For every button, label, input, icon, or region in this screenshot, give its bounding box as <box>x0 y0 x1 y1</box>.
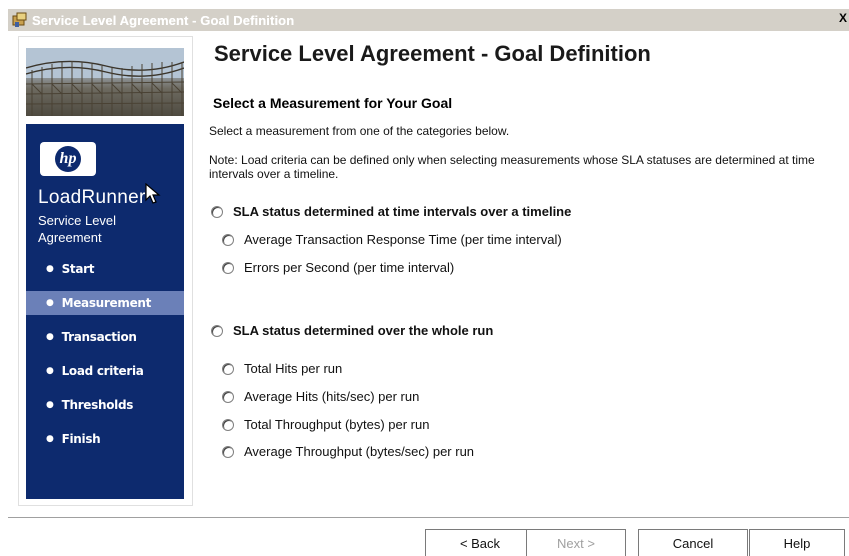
radio-icon[interactable] <box>222 362 234 375</box>
header-image <box>26 48 184 116</box>
radio-label: SLA status determined over the whole run <box>233 323 494 338</box>
radio-label: Total Hits per run <box>244 361 343 376</box>
option-total-hits[interactable]: Total Hits per run <box>222 361 342 376</box>
radio-label: Errors per Second (per time interval) <box>244 260 455 275</box>
wizard-steps: ● Start ● Measurement ● Transaction ● Lo… <box>26 257 184 461</box>
help-button[interactable]: Help <box>749 529 845 556</box>
note-text: Note: Load criteria can be defined only … <box>209 153 815 181</box>
option-total-throughput[interactable]: Total Throughput (bytes) per run <box>222 417 429 432</box>
group-whole-run-radio[interactable]: SLA status determined over the whole run <box>211 323 493 338</box>
wizard-window: hp LoadRunner Service Level Agreement ● … <box>8 31 849 556</box>
bullet-icon: ● <box>46 434 54 444</box>
app-icon <box>12 12 28 28</box>
step-label: Thresholds <box>61 398 134 412</box>
bullet-icon: ● <box>46 298 54 308</box>
bullet-icon: ● <box>46 366 54 376</box>
radio-icon[interactable] <box>222 418 234 431</box>
radio-icon[interactable] <box>222 445 234 458</box>
sidebar: hp LoadRunner Service Level Agreement ● … <box>18 36 193 506</box>
content-area: Service Level Agreement - Goal Definitio… <box>208 31 849 511</box>
back-button[interactable]: < Back <box>425 529 535 556</box>
radio-icon[interactable] <box>211 205 223 218</box>
radio-icon[interactable] <box>222 390 234 403</box>
step-transaction[interactable]: ● Transaction <box>26 325 184 349</box>
page-title: Service Level Agreement - Goal Definitio… <box>214 41 651 66</box>
option-average-hits[interactable]: Average Hits (hits/sec) per run <box>222 389 419 404</box>
step-label: Load criteria <box>61 364 144 378</box>
hp-logo: hp <box>40 142 96 176</box>
radio-icon[interactable] <box>222 261 234 274</box>
bullet-icon: ● <box>46 400 54 410</box>
step-label: Measurement <box>61 296 152 310</box>
group-timeline-radio[interactable]: SLA status determined at time intervals … <box>211 204 571 219</box>
step-measurement[interactable]: ● Measurement <box>26 291 184 315</box>
step-finish[interactable]: ● Finish <box>26 427 184 451</box>
option-errors-per-second[interactable]: Errors per Second (per time interval) <box>222 260 454 275</box>
footer-separator <box>8 517 849 519</box>
radio-label: Total Throughput (bytes) per run <box>244 417 430 432</box>
window-title: Service Level Agreement - Goal Definitio… <box>32 12 295 28</box>
bullet-icon: ● <box>46 264 54 274</box>
radio-icon[interactable] <box>222 233 234 246</box>
product-subtitle: Service Level Agreement <box>38 213 117 245</box>
close-button[interactable]: X <box>839 11 849 29</box>
product-name: LoadRunner <box>38 187 146 208</box>
cancel-button[interactable]: Cancel <box>638 529 748 556</box>
option-average-throughput[interactable]: Average Throughput (bytes/sec) per run <box>222 444 474 459</box>
radio-icon[interactable] <box>211 324 223 337</box>
radio-label: Average Hits (hits/sec) per run <box>244 389 420 404</box>
radio-label: Average Throughput (bytes/sec) per run <box>244 444 475 459</box>
step-start[interactable]: ● Start <box>26 257 184 281</box>
description-text: Select a measurement from one of the cat… <box>209 124 510 138</box>
step-load-criteria[interactable]: ● Load criteria <box>26 359 184 383</box>
next-button[interactable]: Next > <box>526 529 626 556</box>
step-label: Start <box>61 262 95 276</box>
step-thresholds[interactable]: ● Thresholds <box>26 393 184 417</box>
radio-label: SLA status determined at time intervals … <box>233 204 572 219</box>
title-bar[interactable]: Service Level Agreement - Goal Definitio… <box>8 9 849 31</box>
step-label: Finish <box>61 432 101 446</box>
radio-label: Average Transaction Response Time (per t… <box>244 232 562 247</box>
bullet-icon: ● <box>46 332 54 342</box>
option-avg-transaction-response-time[interactable]: Average Transaction Response Time (per t… <box>222 232 562 247</box>
sidebar-panel: hp LoadRunner Service Level Agreement ● … <box>26 124 184 499</box>
hp-logo-mark: hp <box>55 146 81 172</box>
section-title: Select a Measurement for Your Goal <box>213 95 453 111</box>
step-label: Transaction <box>61 330 137 344</box>
mouse-cursor-icon <box>145 183 161 204</box>
